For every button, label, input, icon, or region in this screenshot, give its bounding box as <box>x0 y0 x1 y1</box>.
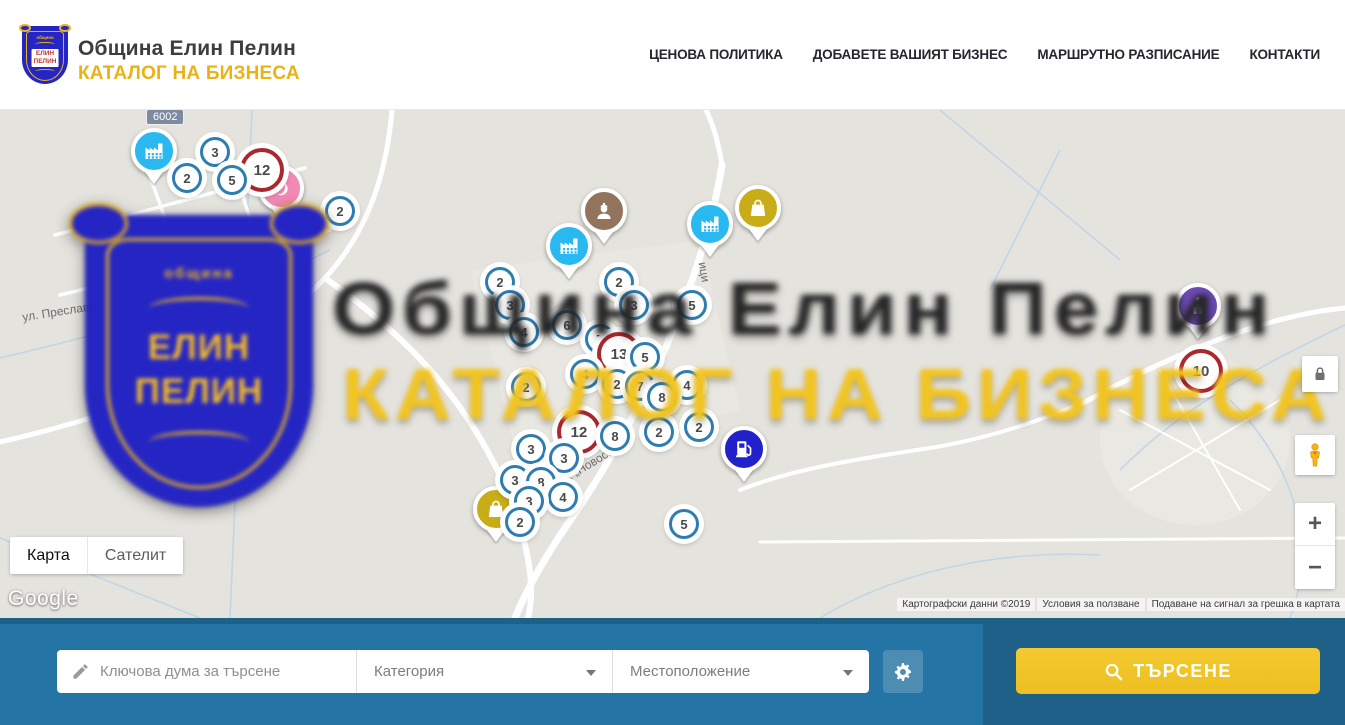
zoom-out-button[interactable]: − <box>1295 546 1335 589</box>
crest-name-line2: ПЕЛИН <box>34 58 57 66</box>
street-view-lock-button[interactable] <box>1302 356 1338 392</box>
watermark-subtitle: КАТАЛОГ НА БИЗНЕСА <box>342 354 1332 436</box>
advanced-search-button[interactable] <box>883 650 923 693</box>
map-cluster-marker[interactable]: 5 <box>217 165 247 195</box>
google-logo[interactable]: Google <box>8 587 79 611</box>
crest-name-line2: ПЕЛИН <box>135 370 264 414</box>
crest-shield: община ЕЛИН ПЕЛИН <box>22 26 68 84</box>
category-select[interactable]: Категория <box>357 650 613 693</box>
crest-ornament <box>35 69 55 74</box>
pencil-icon <box>71 662 90 681</box>
search-button[interactable]: ТЪРСЕНЕ <box>1016 648 1320 694</box>
category-select-value: Категория <box>374 663 444 680</box>
header: община ЕЛИН ПЕЛИН Община Елин Пелин КАТА… <box>0 0 1345 110</box>
map-canvas[interactable]: 31225222335647135104247282212833384325 о… <box>0 110 1345 618</box>
crest-ornament <box>59 24 71 32</box>
attribution-terms-link[interactable]: Условия за ползване <box>1037 598 1144 611</box>
zoom-control: + − <box>1295 503 1335 589</box>
chevron-down-icon <box>586 670 596 676</box>
zoom-in-button[interactable]: + <box>1295 503 1335 546</box>
crest-caption: община <box>85 265 313 282</box>
search-fields: Категория Местоположение <box>57 650 869 693</box>
crest-name-line1: ЕЛИН <box>34 50 57 58</box>
crest-name: ЕЛИН ПЕЛИН <box>32 49 59 68</box>
search-button-label: ТЪРСЕНЕ <box>1133 661 1232 682</box>
crest-ornament <box>270 203 329 244</box>
map-cluster-marker[interactable]: 2 <box>505 507 535 537</box>
search-icon <box>1104 662 1123 681</box>
municipality-crest-watermark: община ЕЛИН ПЕЛИН <box>85 215 313 507</box>
keyword-search-input[interactable] <box>100 663 345 680</box>
location-select-value: Местоположение <box>630 663 750 680</box>
map-cluster-marker[interactable]: 3 <box>516 434 546 464</box>
map-cluster-marker[interactable]: 5 <box>669 509 699 539</box>
map-type-satellite-button[interactable]: Сателит <box>87 537 183 574</box>
brand-logo-link[interactable]: община ЕЛИН ПЕЛИН Община Елин Пелин КАТА… <box>22 26 300 85</box>
attribution-report-link[interactable]: Подаване на сигнал за грешка в картата <box>1147 598 1345 611</box>
page: община ЕЛИН ПЕЛИН Община Елин Пелин КАТА… <box>0 0 1345 725</box>
search-bar: Категория Местоположение ТЪРСЕНЕ <box>0 618 1345 725</box>
lock-icon <box>1311 365 1329 383</box>
gear-icon <box>893 662 913 682</box>
crest-caption: община <box>22 35 68 40</box>
site-title: Община Елин Пелин <box>78 37 300 61</box>
attribution-data-notice: Картографски данни ©2019 <box>897 598 1035 611</box>
crest-name-line1: ЕЛИН <box>135 326 264 370</box>
watermark-title: Община Елин Пелин <box>332 266 1276 351</box>
nav-item-bus-schedule[interactable]: МАРШРУТНО РАЗПИСАНИЕ <box>1037 47 1219 62</box>
map-cluster-marker[interactable]: 4 <box>548 482 578 512</box>
main-nav: ЦЕНОВА ПОЛИТИКА ДОБАВЕТЕ ВАШИЯТ БИЗНЕС М… <box>649 0 1320 109</box>
map-cluster-marker[interactable]: 3 <box>549 443 579 473</box>
crest-name: ЕЛИН ПЕЛИН <box>135 326 264 414</box>
keyword-field <box>57 650 357 693</box>
municipality-crest-logo: община ЕЛИН ПЕЛИН <box>22 26 68 84</box>
pegman-icon <box>1304 442 1326 468</box>
map-cluster-marker[interactable]: 2 <box>325 196 355 226</box>
crest-shield: община ЕЛИН ПЕЛИН <box>85 215 313 507</box>
map-cluster-marker[interactable]: 3 <box>200 137 230 167</box>
site-subtitle: КАТАЛОГ НА БИЗНЕСА <box>78 63 300 85</box>
location-select[interactable]: Местоположение <box>613 650 869 693</box>
nav-item-pricing[interactable]: ЦЕНОВА ПОЛИТИКА <box>649 47 783 62</box>
pegman-button[interactable] <box>1295 435 1335 475</box>
map-type-control: Карта Сателит <box>10 537 183 574</box>
crest-ornament <box>149 297 249 320</box>
crest-ornament <box>35 42 55 47</box>
crest-ornament <box>19 24 31 32</box>
map-cluster-marker[interactable]: 12 <box>240 148 284 192</box>
chevron-down-icon <box>843 670 853 676</box>
brand-text: Община Елин Пелин КАТАЛОГ НА БИЗНЕСА <box>78 26 300 85</box>
nav-item-contacts[interactable]: КОНТАКТИ <box>1249 47 1320 62</box>
map-type-map-button[interactable]: Карта <box>10 537 87 574</box>
map-attribution: Картографски данни ©2019 Условия за полз… <box>895 597 1345 611</box>
map-cluster-marker[interactable]: 2 <box>172 163 202 193</box>
watermark-crest: община ЕЛИН ПЕЛИН <box>85 215 313 507</box>
nav-item-add-business[interactable]: ДОБАВЕТЕ ВАШИЯТ БИЗНЕС <box>813 47 1008 62</box>
